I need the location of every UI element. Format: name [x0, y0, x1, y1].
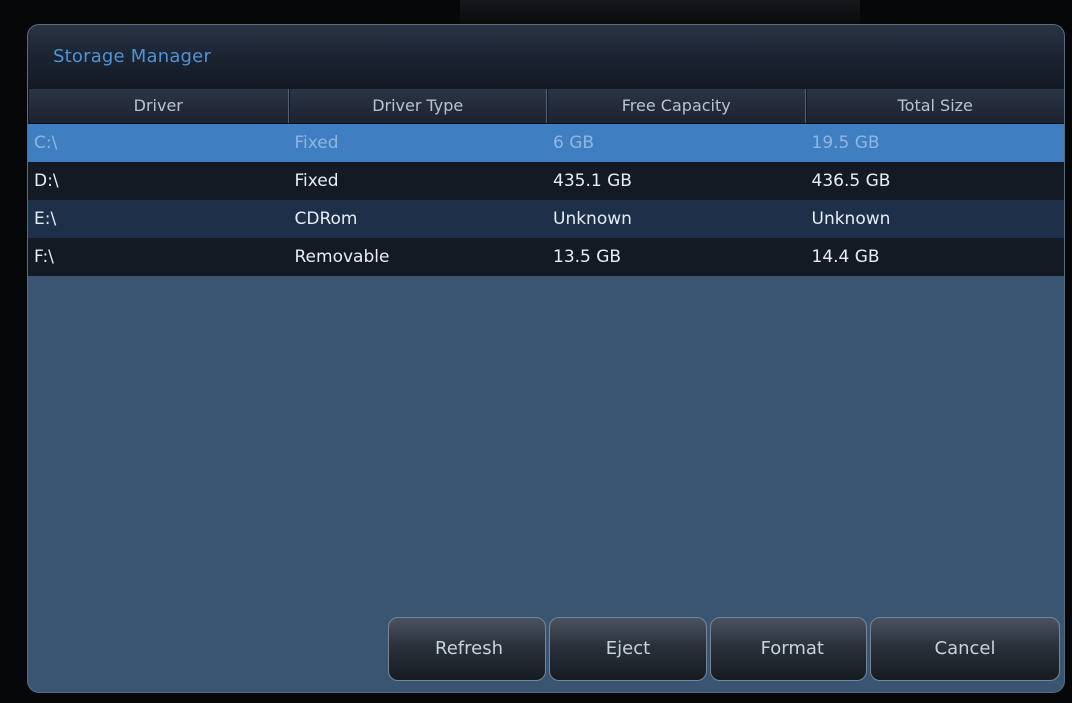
cell-free-capacity: 13.5 GB: [553, 247, 622, 267]
table-row[interactable]: F:\ Removable 13.5 GB 14.4 GB: [28, 238, 1064, 276]
cell-driver: D:\: [34, 171, 59, 191]
column-header-free-capacity[interactable]: Free Capacity: [547, 89, 806, 123]
cell-driver: E:\: [34, 209, 57, 229]
cancel-button[interactable]: Cancel: [870, 617, 1060, 681]
cell-total-size: 19.5 GB: [811, 133, 880, 153]
cell-total-size: 14.4 GB: [811, 247, 880, 267]
table-row[interactable]: D:\ Fixed 435.1 GB 436.5 GB: [28, 162, 1064, 200]
cell-total-size: Unknown: [811, 209, 891, 229]
cell-driver: C:\: [34, 133, 58, 153]
cell-driver-type: Fixed: [294, 133, 339, 153]
cell-driver-type: Removable: [294, 247, 390, 267]
button-bar: Refresh Eject Format Cancel: [388, 617, 1060, 681]
refresh-button[interactable]: Refresh: [388, 617, 546, 681]
table-header: Driver Driver Type Free Capacity Total S…: [28, 89, 1064, 124]
background-glow: [460, 0, 860, 24]
cell-driver-type: Fixed: [294, 171, 339, 191]
cell-total-size: 436.5 GB: [811, 171, 891, 191]
title-bar: Storage Manager: [28, 25, 1064, 90]
format-button[interactable]: Format: [710, 617, 867, 681]
column-header-driver-type[interactable]: Driver Type: [288, 89, 547, 123]
column-header-total-size[interactable]: Total Size: [805, 89, 1065, 123]
column-header-driver[interactable]: Driver: [28, 89, 289, 123]
table-row[interactable]: C:\ Fixed 6 GB 19.5 GB: [28, 124, 1064, 162]
cell-free-capacity: 6 GB: [553, 133, 595, 153]
drive-list: C:\ Fixed 6 GB 19.5 GB D:\ Fixed 435.1 G…: [28, 124, 1064, 276]
dialog-title: Storage Manager: [53, 46, 212, 67]
cell-free-capacity: Unknown: [553, 209, 632, 229]
cell-driver: F:\: [34, 247, 54, 267]
storage-manager-dialog: Storage Manager Driver Driver Type Free …: [27, 24, 1065, 693]
cell-free-capacity: 435.1 GB: [553, 171, 632, 191]
cell-driver-type: CDRom: [294, 209, 358, 229]
eject-button[interactable]: Eject: [549, 617, 707, 681]
table-row[interactable]: E:\ CDRom Unknown Unknown: [28, 200, 1064, 238]
